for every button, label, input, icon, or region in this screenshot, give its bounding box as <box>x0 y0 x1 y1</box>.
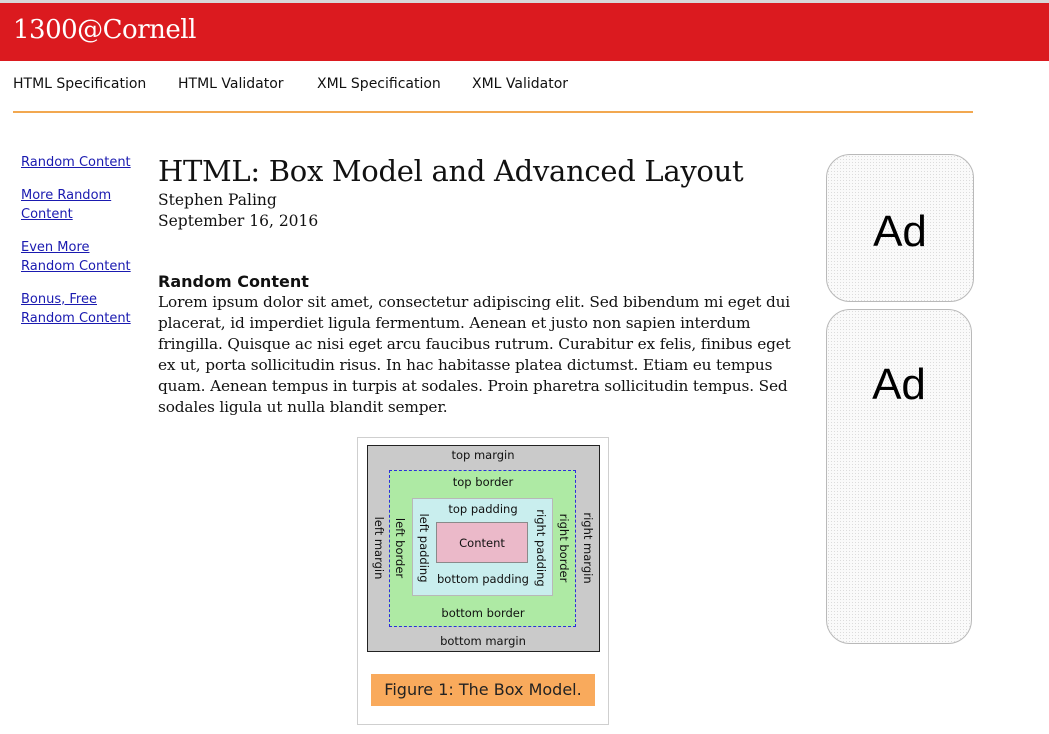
top-navigation: HTML Specification HTML Validator XML Sp… <box>0 61 1049 111</box>
bottom-margin-label: bottom margin <box>440 634 526 648</box>
top-padding-label: top padding <box>448 502 518 516</box>
left-margin-label: left margin <box>372 516 386 580</box>
right-border-label: right border <box>557 513 571 583</box>
bottom-padding-label: bottom padding <box>437 572 529 586</box>
ad-box-1[interactable]: Ad <box>826 154 974 302</box>
left-border-label: left border <box>393 517 407 579</box>
ad-label: Ad <box>873 207 927 256</box>
sidenav-link-more-random-content[interactable]: More Random Content <box>21 186 146 224</box>
page-title: HTML: Box Model and Advanced Layout <box>158 154 744 188</box>
sidenav-link-even-more-random-content[interactable]: Even More Random Content <box>21 238 146 276</box>
ad-box-2[interactable]: Ad <box>826 309 972 644</box>
site-title[interactable]: 1300@Cornell <box>13 15 196 45</box>
nav-link-xml-validator[interactable]: XML Validator <box>472 76 568 92</box>
margin-box: top margin bottom margin left margin rig… <box>367 445 600 652</box>
ad-label: Ad <box>872 360 926 409</box>
nav-link-xml-specification[interactable]: XML Specification <box>317 76 441 92</box>
article-paragraph: Lorem ipsum dolor sit amet, consectetur … <box>158 293 791 416</box>
section-heading: Random Content <box>158 272 309 291</box>
nav-link-html-specification[interactable]: HTML Specification <box>13 76 146 92</box>
padding-box: top padding bottom padding left padding … <box>412 498 553 596</box>
site-header: 1300@Cornell <box>0 3 1049 61</box>
figure-caption: Figure 1: The Box Model. <box>371 674 595 706</box>
content-box: Content <box>436 522 528 563</box>
border-box: top border bottom border left border rig… <box>389 470 576 627</box>
left-padding-label: left padding <box>417 513 431 583</box>
nav-link-html-validator[interactable]: HTML Validator <box>178 76 284 92</box>
side-navigation: Random Content More Random Content Even … <box>21 153 146 342</box>
top-border-label: top border <box>452 475 514 489</box>
sidenav-link-bonus-free-random-content[interactable]: Bonus, Free Random Content <box>21 290 146 328</box>
bottom-border-label: bottom border <box>441 606 525 620</box>
right-padding-label: right padding <box>534 509 548 587</box>
top-margin-label: top margin <box>451 448 515 462</box>
right-margin-label: right margin <box>581 512 595 584</box>
article-author: Stephen Paling <box>158 191 277 209</box>
content-label: Content <box>459 535 505 550</box>
nav-divider <box>13 111 973 113</box>
article-date: September 16, 2016 <box>158 212 319 230</box>
sidenav-link-random-content[interactable]: Random Content <box>21 153 146 172</box>
article: HTML: Box Model and Advanced Layout Step… <box>158 152 810 418</box>
box-model-figure: top margin bottom margin left margin rig… <box>357 437 609 725</box>
